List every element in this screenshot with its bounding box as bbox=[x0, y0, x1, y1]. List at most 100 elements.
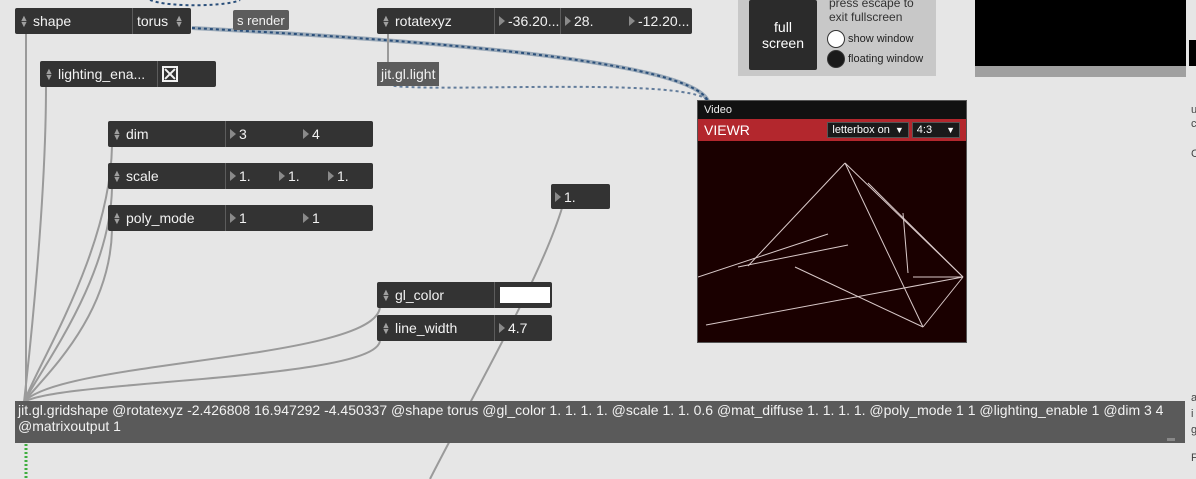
poly-mode-front-value: 1 bbox=[239, 210, 247, 226]
triangle-icon bbox=[230, 213, 236, 223]
poly-mode-label: poly_mode bbox=[126, 210, 195, 226]
edge-text-7: F bbox=[1191, 452, 1196, 464]
rotatexyz-x[interactable]: -36.20... bbox=[495, 8, 561, 34]
rotatexyz-label: rotatexyz bbox=[395, 13, 452, 29]
edge-object bbox=[1189, 40, 1196, 66]
updown-icon: ▲ ▼ bbox=[112, 126, 122, 142]
triangle-icon bbox=[279, 171, 285, 181]
line-width-attrui[interactable]: ▲ ▼ line_width 4.7 bbox=[377, 315, 552, 341]
jit-gl-gridshape-object[interactable]: jit.gl.gridshape @rotatexyz -2.426808 16… bbox=[15, 401, 1185, 443]
triangle-icon bbox=[230, 171, 236, 181]
rotatexyz-name-cell: ▲ ▼ rotatexyz bbox=[377, 8, 495, 34]
triangle-icon bbox=[565, 16, 571, 26]
floating-window-option[interactable]: floating window bbox=[827, 50, 923, 68]
updown-icon: ▲ ▼ bbox=[381, 320, 391, 336]
poly-mode-back-value: 1 bbox=[312, 210, 320, 226]
jit-gl-light-object[interactable]: jit.gl.light bbox=[377, 62, 440, 86]
cord-matrix-to-video-dash bbox=[191, 27, 709, 102]
lighting-label: lighting_ena... bbox=[58, 66, 146, 82]
triangle-icon bbox=[303, 129, 309, 139]
jit-gl-light-label: jit.gl.light bbox=[381, 66, 436, 82]
shape-attrui[interactable]: ▲ ▼ shape torus ▲ ▼ bbox=[15, 8, 191, 34]
float-cell[interactable]: 1. bbox=[551, 184, 576, 209]
edge-text-3: C bbox=[1191, 148, 1196, 160]
rotatexyz-x-value: -36.20... bbox=[508, 13, 560, 29]
dim-y-value: 4 bbox=[312, 126, 320, 142]
radio-off-icon[interactable] bbox=[827, 30, 845, 48]
cord-top-loop bbox=[149, 0, 241, 7]
checkbox-checked-icon[interactable] bbox=[162, 66, 178, 82]
dim-y[interactable]: 4 bbox=[299, 121, 373, 147]
lighting-attrui[interactable]: ▲ ▼ lighting_ena... bbox=[40, 61, 216, 87]
scale-x[interactable]: 1. bbox=[226, 163, 275, 189]
cord-matrix-to-video bbox=[191, 26, 710, 103]
letterbox-dropdown[interactable]: letterbox on ▼ bbox=[827, 122, 909, 138]
dim-name-cell: ▲ ▼ dim bbox=[108, 121, 226, 147]
dim-x[interactable]: 3 bbox=[226, 121, 299, 147]
cord-light-to-video bbox=[387, 83, 709, 102]
edge-text-6: g bbox=[1191, 424, 1196, 436]
show-window-option[interactable]: show window bbox=[827, 30, 913, 48]
rotatexyz-z[interactable]: -12.20... bbox=[625, 8, 692, 34]
triangle-icon bbox=[499, 323, 505, 333]
updown-icon: ▲ ▼ bbox=[44, 66, 54, 82]
updown-icon: ▲ ▼ bbox=[112, 168, 122, 184]
rotatexyz-y-value: 28. bbox=[574, 13, 594, 29]
dim-attrui[interactable]: ▲ ▼ dim 3 4 bbox=[108, 121, 373, 147]
show-window-label: show window bbox=[848, 33, 914, 45]
floating-window-label: floating window bbox=[848, 53, 924, 65]
cord-glcolor bbox=[23, 305, 381, 403]
radio-on-icon[interactable] bbox=[827, 50, 845, 68]
viewer-label: VIEWR bbox=[704, 122, 750, 138]
caret-down-icon: ▼ bbox=[894, 125, 904, 135]
dim-x-value: 3 bbox=[239, 126, 247, 142]
line-width-name-cell: ▲ ▼ line_width bbox=[377, 315, 495, 341]
cord-poly bbox=[23, 229, 113, 403]
updown-icon: ▲ ▼ bbox=[381, 287, 391, 303]
shape-label: shape bbox=[33, 13, 72, 29]
render-output bbox=[698, 141, 966, 342]
scale-label: scale bbox=[126, 168, 159, 184]
scale-z[interactable]: 1. bbox=[324, 163, 373, 189]
gl-color-attrui[interactable]: ▲ ▼ gl_color bbox=[377, 282, 552, 308]
cord-scale bbox=[23, 187, 113, 403]
video-title: Video bbox=[704, 104, 732, 116]
scale-y[interactable]: 1. bbox=[275, 163, 324, 189]
shape-value: torus bbox=[137, 13, 169, 29]
edge-text-2: c bbox=[1191, 118, 1196, 130]
patcher-canvas[interactable]: ▲ ▼ shape torus ▲ ▼ s render ▲ ▼ rotatexyz … bbox=[0, 0, 1196, 479]
poly-mode-back[interactable]: 1 bbox=[299, 205, 373, 231]
float-value: 1. bbox=[564, 188, 576, 205]
fullscreen-note-line2: exit fullscreen bbox=[829, 10, 903, 24]
send-render-object[interactable]: s render bbox=[233, 10, 289, 30]
video-control-bar: VIEWR letterbox on ▼ 4:3 ▼ bbox=[698, 119, 966, 141]
gl-color-label: gl_color bbox=[395, 287, 445, 303]
shape-name-cell: ▲ ▼ shape bbox=[15, 8, 133, 34]
preview-screen bbox=[975, 0, 1186, 66]
letterbox-value: letterbox on bbox=[832, 124, 890, 136]
resize-handle[interactable] bbox=[1167, 438, 1175, 441]
rotatexyz-attrui[interactable]: ▲ ▼ rotatexyz -36.20... 28. -12.20... bbox=[377, 8, 692, 34]
dim-label: dim bbox=[126, 126, 149, 142]
float-number-box[interactable]: 1. bbox=[551, 184, 610, 209]
line-width-value-cell[interactable]: 4.7 bbox=[495, 315, 552, 341]
fullscreen-button[interactable]: full screen bbox=[749, 0, 817, 70]
color-swatch[interactable] bbox=[500, 287, 550, 303]
send-render-label: s render bbox=[237, 12, 285, 28]
video-viewer[interactable]: Video VIEWR letterbox on ▼ 4:3 ▼ bbox=[697, 100, 967, 343]
fullscreen-note: press escape to exit fullscreen bbox=[829, 0, 914, 24]
poly-mode-front[interactable]: 1 bbox=[226, 205, 299, 231]
shape-value-cell[interactable]: torus ▲ ▼ bbox=[133, 8, 191, 34]
triangle-icon bbox=[303, 213, 309, 223]
poly-mode-attrui[interactable]: ▲ ▼ poly_mode 1 1 bbox=[108, 205, 373, 231]
updown-icon: ▲ ▼ bbox=[381, 13, 391, 29]
line-width-label: line_width bbox=[395, 320, 458, 336]
fullscreen-button-line2: screen bbox=[761, 35, 805, 51]
lighting-toggle-cell[interactable] bbox=[158, 61, 216, 87]
scale-attrui[interactable]: ▲ ▼ scale 1. 1. 1. bbox=[108, 163, 373, 189]
edge-text-5: i bbox=[1191, 408, 1194, 420]
rotatexyz-y[interactable]: 28. bbox=[561, 8, 625, 34]
aspect-dropdown[interactable]: 4:3 ▼ bbox=[911, 122, 960, 138]
scale-y-value: 1. bbox=[288, 168, 300, 184]
gl-color-swatch-cell[interactable] bbox=[495, 282, 552, 308]
